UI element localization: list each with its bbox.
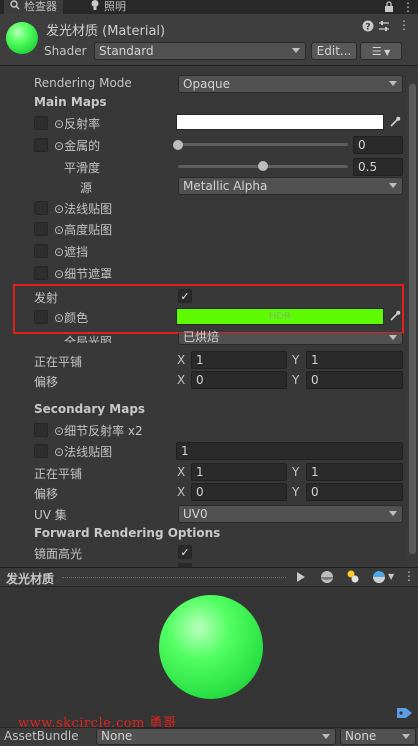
material-thumbnail xyxy=(6,22,38,54)
albedo-color-field[interactable] xyxy=(176,114,384,130)
secondary-tiling-x-field[interactable]: 1 xyxy=(191,463,287,481)
asset-bundle-variant-dropdown[interactable]: None xyxy=(340,728,416,745)
preview-sphere xyxy=(159,595,263,699)
occlusion-slot[interactable] xyxy=(34,244,48,258)
rendering-mode-label: Rendering Mode xyxy=(34,76,132,90)
secondary-tiling-y-field[interactable]: 1 xyxy=(306,463,403,481)
preset-icon[interactable] xyxy=(378,20,390,35)
sky-sphere-icon[interactable] xyxy=(372,570,386,587)
main-maps-heading: Main Maps xyxy=(34,95,107,109)
height-map-slot[interactable] xyxy=(34,222,48,236)
metallic-texture-slot[interactable] xyxy=(34,138,48,152)
offset-y-label: Y xyxy=(292,373,300,387)
specular-highlights-checkbox[interactable]: ✓ xyxy=(178,545,192,559)
help-icon[interactable]: ? xyxy=(362,20,374,35)
global-illumination-label: 全局光照 xyxy=(64,335,113,343)
detail-mask-slot[interactable] xyxy=(34,266,48,280)
smoothness-slider-knob[interactable] xyxy=(258,161,268,171)
secondary-normal-map-slot[interactable] xyxy=(34,444,48,458)
offset-x-label: X xyxy=(177,373,186,387)
secondary-offset-y-field[interactable]: 0 xyxy=(306,483,403,501)
tag-icon[interactable] xyxy=(396,706,414,723)
kebab-menu-icon[interactable]: ⋮ xyxy=(398,18,410,32)
secondary-tiling-x-label: X xyxy=(177,465,186,479)
secondary-tiling-label: 正在平铺 xyxy=(34,467,83,481)
tiling-y-label: Y xyxy=(292,353,300,367)
offset-label: 偏移 xyxy=(34,375,59,389)
uv-set-label: UV 集 xyxy=(34,508,67,522)
metallic-slider-knob[interactable] xyxy=(173,140,183,150)
smoothness-label: 平滑度 xyxy=(64,161,101,175)
inspector-icon xyxy=(10,0,20,14)
play-icon[interactable] xyxy=(296,571,306,586)
normal-map-slot[interactable] xyxy=(34,201,48,215)
albedo-label: ⊙反射率 xyxy=(54,117,101,131)
list-icon: ☰ xyxy=(371,45,382,58)
smoothness-value-field[interactable]: 0.5 xyxy=(353,158,403,176)
shader-options-button[interactable]: ☰ ▼ xyxy=(360,42,402,60)
detail-albedo-slot[interactable] xyxy=(34,423,48,437)
tab-inspector[interactable]: 检查器 xyxy=(4,0,63,14)
metallic-label: ⊙金属的 xyxy=(54,139,101,153)
source-label: 源 xyxy=(80,181,93,195)
tiling-x-field[interactable]: 1 xyxy=(191,351,287,369)
light-icon[interactable] xyxy=(345,569,361,588)
tiling-y-field[interactable]: 1 xyxy=(306,351,403,369)
asset-bundle-label: AssetBundle xyxy=(4,729,79,743)
highlight-box xyxy=(13,284,404,334)
uv-set-dropdown[interactable]: UV0 xyxy=(178,505,403,523)
shader-dropdown[interactable]: Standard xyxy=(94,42,306,60)
metallic-slider-track[interactable] xyxy=(178,143,348,146)
tiling-x-label: X xyxy=(177,353,186,367)
secondary-normal-map-label: ⊙法线贴图 xyxy=(54,445,113,459)
height-map-label: ⊙高度贴图 xyxy=(54,223,113,237)
albedo-texture-slot[interactable] xyxy=(34,116,48,130)
secondary-offset-label: 偏移 xyxy=(34,487,59,501)
eyedropper-icon[interactable] xyxy=(389,116,401,128)
detail-mask-label: ⊙细节遮罩 xyxy=(54,267,113,281)
sphere-mesh-icon[interactable] xyxy=(320,570,334,587)
forward-options-heading: Forward Rendering Options xyxy=(34,526,221,540)
asset-bundle-dropdown[interactable]: None xyxy=(96,728,336,745)
edit-shader-button[interactable]: Edit... xyxy=(311,42,357,60)
lock-icon[interactable] xyxy=(384,1,394,15)
chevron-down-icon[interactable]: ▼ xyxy=(388,572,394,581)
secondary-maps-heading: Secondary Maps xyxy=(34,402,146,416)
occlusion-label: ⊙遮挡 xyxy=(54,245,89,259)
normal-map-label: ⊙法线贴图 xyxy=(54,202,113,216)
rendering-mode-dropdown[interactable]: Opaque xyxy=(178,75,403,93)
material-title: 发光材质 (Material) xyxy=(46,24,166,39)
secondary-offset-x-field[interactable]: 0 xyxy=(191,483,287,501)
metallic-value-field[interactable]: 0 xyxy=(353,136,403,154)
secondary-tiling-y-label: Y xyxy=(292,465,300,479)
offset-y-field[interactable]: 0 xyxy=(306,371,403,389)
svg-text:?: ? xyxy=(365,22,370,32)
preview-title: 发光材质 xyxy=(6,572,55,586)
tab-lighting[interactable]: 照明 xyxy=(84,0,132,14)
menu-icon[interactable]: ⋮ xyxy=(402,0,414,14)
preview-menu-icon[interactable]: ⋮ xyxy=(403,569,415,583)
preview-drag-handle[interactable] xyxy=(62,577,286,578)
lightbulb-icon xyxy=(90,0,100,15)
secondary-normal-scale-field[interactable]: 1 xyxy=(176,442,403,460)
shader-label: Shader xyxy=(44,44,87,58)
source-dropdown[interactable]: Metallic Alpha xyxy=(178,177,403,195)
secondary-offset-x-label: X xyxy=(177,485,186,499)
scrollbar-thumb[interactable] xyxy=(409,84,416,554)
tiling-label: 正在平铺 xyxy=(34,355,83,369)
specular-highlights-label: 镜面高光 xyxy=(34,547,83,561)
offset-x-field[interactable]: 0 xyxy=(191,371,287,389)
detail-albedo-label: ⊙细节反射率 x2 xyxy=(54,424,143,438)
global-illumination-dropdown[interactable]: 已烘焙 xyxy=(178,331,403,345)
secondary-offset-y-label: Y xyxy=(292,485,300,499)
